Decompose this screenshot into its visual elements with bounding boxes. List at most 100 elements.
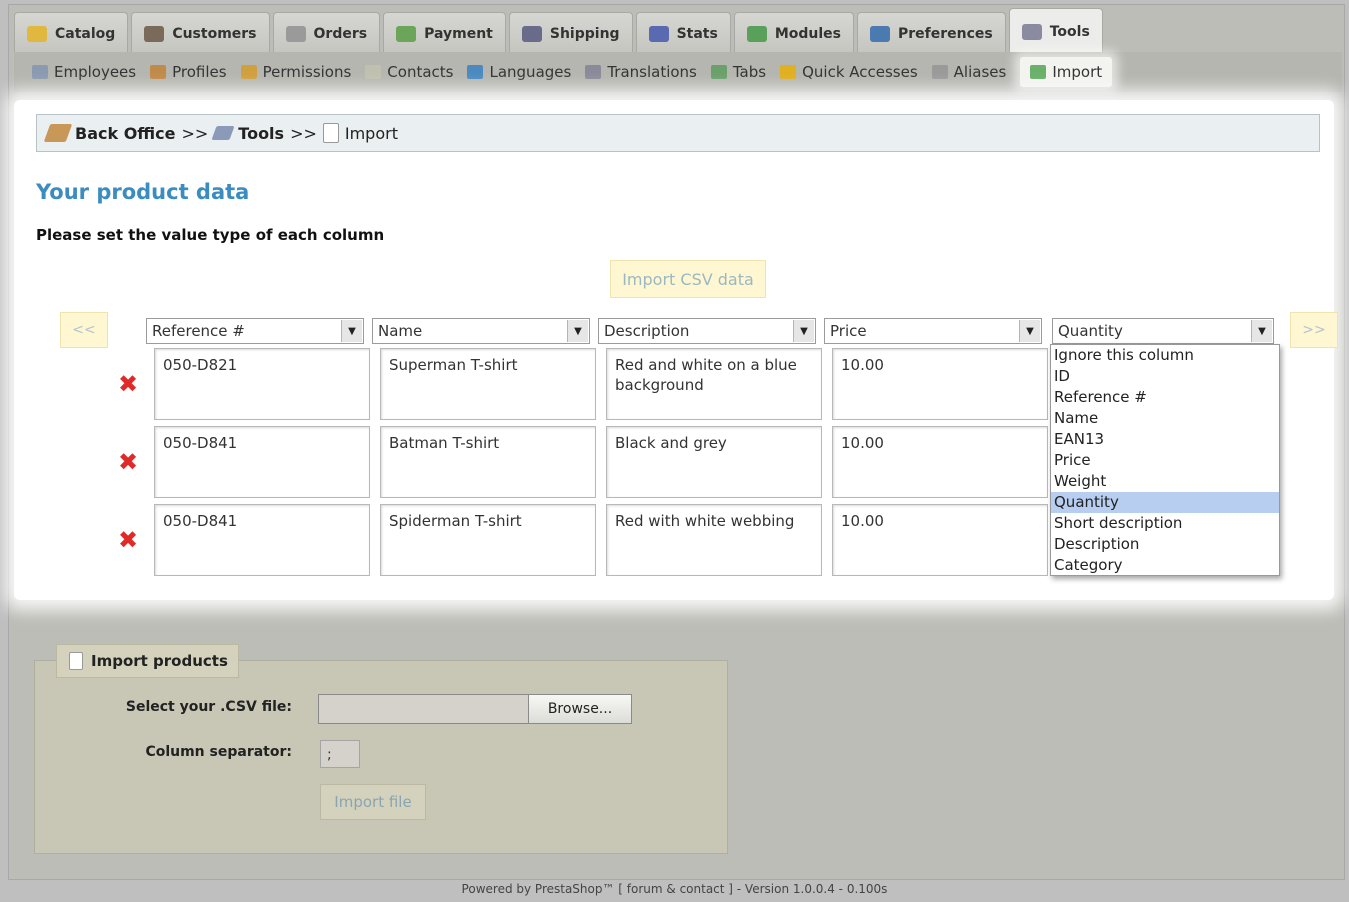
tab-customers[interactable]: Customers: [131, 12, 270, 54]
subnav-label: Languages: [489, 63, 572, 81]
chevron-down-icon[interactable]: ▼: [341, 320, 362, 342]
table-cell[interactable]: Spiderman T-shirt: [380, 504, 596, 576]
wrench-icon: [43, 124, 73, 142]
dropdown-option[interactable]: Description: [1051, 534, 1279, 555]
column-type-select[interactable]: Quantity ▼: [1052, 318, 1274, 344]
tabs-icon: [710, 65, 727, 79]
dropdown-option[interactable]: EAN13: [1051, 429, 1279, 450]
previous-columns-button[interactable]: <<: [60, 312, 108, 348]
csv-file-input[interactable]: [318, 694, 530, 724]
tab-stats[interactable]: Stats: [635, 12, 731, 54]
table-cell[interactable]: Red and white on a blue background: [606, 348, 822, 420]
subnav-quick-accesses[interactable]: Quick Accesses: [780, 63, 918, 81]
dropdown-option[interactable]: Short description: [1051, 513, 1279, 534]
dropdown-option[interactable]: Reference #: [1051, 387, 1279, 408]
delete-row-icon[interactable]: ✖: [118, 370, 138, 398]
folder-icon: [27, 25, 47, 42]
tab-label: Shipping: [549, 25, 620, 42]
sub-navigation: Employees Profiles Permissions Contacts Lang…: [14, 52, 1342, 92]
tab-tools[interactable]: Tools: [1008, 8, 1103, 54]
subnav-profiles[interactable]: Profiles: [150, 63, 227, 81]
dropdown-option[interactable]: Name: [1051, 408, 1279, 429]
truck-icon: [521, 25, 542, 42]
table-cell[interactable]: 050-D841: [154, 504, 370, 576]
table-cell[interactable]: 10.00: [832, 348, 1048, 420]
import-csv-data-button[interactable]: Import CSV data: [610, 260, 766, 298]
profiles-icon: [150, 65, 167, 79]
import-icon: [1030, 65, 1047, 79]
top-tabs: Catalog Customers Orders Payment Shipping Sta…: [14, 8, 1103, 54]
delete-row-icon[interactable]: ✖: [118, 526, 138, 554]
tab-payment[interactable]: Payment: [383, 12, 506, 54]
browse-button[interactable]: Browse...: [528, 694, 632, 724]
search-icon: [931, 65, 948, 79]
dropdown-option[interactable]: Weight: [1051, 471, 1279, 492]
breadcrumb-back-office[interactable]: Back Office: [75, 124, 175, 143]
subnav-languages[interactable]: Languages: [467, 63, 571, 81]
modules-icon: [746, 25, 767, 42]
column-type-select[interactable]: Name ▼: [372, 318, 590, 344]
column-type-value: Name: [378, 322, 423, 340]
tab-label: Tools: [1049, 23, 1090, 40]
chevron-down-icon[interactable]: ▼: [1019, 320, 1040, 342]
tab-shipping[interactable]: Shipping: [508, 12, 633, 54]
dropdown-option[interactable]: Price: [1051, 450, 1279, 471]
wrench-icon: [211, 126, 235, 140]
page-title: Your product data: [36, 180, 250, 204]
table-cell[interactable]: Red with white webbing: [606, 504, 822, 576]
breadcrumb: Back Office >> Tools >> Import: [36, 114, 1320, 152]
subnav-label: Tabs: [732, 63, 767, 81]
subnav-label: Translations: [607, 63, 697, 81]
dropdown-option[interactable]: Category: [1051, 555, 1279, 576]
wrench-icon: [1021, 23, 1042, 40]
subnav-label: Contacts: [387, 63, 454, 81]
subnav-employees[interactable]: Employees: [32, 63, 136, 81]
table-cell[interactable]: 10.00: [832, 426, 1048, 498]
subnav-translations[interactable]: Translations: [585, 63, 697, 81]
employees-icon: [32, 65, 48, 79]
dropdown-option[interactable]: Ignore this column: [1051, 345, 1279, 366]
table-cell[interactable]: 050-D821: [154, 348, 370, 420]
legend-label: Import products: [91, 652, 228, 670]
subnav-permissions[interactable]: Permissions: [240, 63, 352, 81]
subnav-label: Import: [1052, 63, 1103, 81]
table-cell[interactable]: 050-D841: [154, 426, 370, 498]
tab-label: Customers: [172, 25, 257, 42]
column-type-select[interactable]: Description ▼: [598, 318, 816, 344]
import-file-button[interactable]: Import file: [320, 784, 426, 820]
dropdown-option[interactable]: Quantity: [1051, 492, 1279, 513]
subnav-aliases[interactable]: Aliases: [931, 63, 1006, 81]
column-type-dropdown[interactable]: Ignore this column ID Reference # Name EAN13…: [1050, 344, 1280, 576]
subnav-label: Profiles: [172, 63, 227, 81]
lock-icon: [240, 65, 257, 79]
next-columns-button[interactable]: >>: [1290, 312, 1338, 348]
dropdown-option[interactable]: ID: [1051, 366, 1279, 387]
table-cell[interactable]: Superman T-shirt: [380, 348, 596, 420]
table-cell[interactable]: Batman T-shirt: [380, 426, 596, 498]
chevron-down-icon[interactable]: ▼: [1251, 320, 1272, 342]
tab-label: Payment: [424, 25, 493, 42]
translations-icon: [585, 65, 602, 79]
subnav-contacts[interactable]: Contacts: [365, 63, 453, 81]
delete-row-icon[interactable]: ✖: [118, 448, 138, 476]
subnav-import[interactable]: Import: [1020, 57, 1113, 87]
column-type-select[interactable]: Reference # ▼: [146, 318, 364, 344]
tab-preferences[interactable]: Preferences: [856, 12, 1006, 54]
tab-modules[interactable]: Modules: [733, 12, 854, 54]
globe-icon: [467, 65, 484, 79]
tab-catalog[interactable]: Catalog: [14, 12, 129, 54]
breadcrumb-tools[interactable]: Tools: [238, 124, 284, 143]
chevron-down-icon[interactable]: ▼: [793, 320, 814, 342]
contacts-icon: [365, 65, 382, 79]
tab-orders[interactable]: Orders: [272, 12, 381, 54]
subnav-tabs[interactable]: Tabs: [710, 63, 767, 81]
column-type-select[interactable]: Price ▼: [824, 318, 1042, 344]
table-cell[interactable]: 10.00: [832, 504, 1048, 576]
column-type-value: Quantity: [1058, 322, 1123, 340]
tab-label: Catalog: [55, 25, 116, 42]
column-separator-input[interactable]: ;: [320, 740, 360, 768]
column-type-value: Description: [604, 322, 690, 340]
subnav-label: Permissions: [262, 63, 352, 81]
table-cell[interactable]: Black and grey: [606, 426, 822, 498]
chevron-down-icon[interactable]: ▼: [567, 320, 588, 342]
